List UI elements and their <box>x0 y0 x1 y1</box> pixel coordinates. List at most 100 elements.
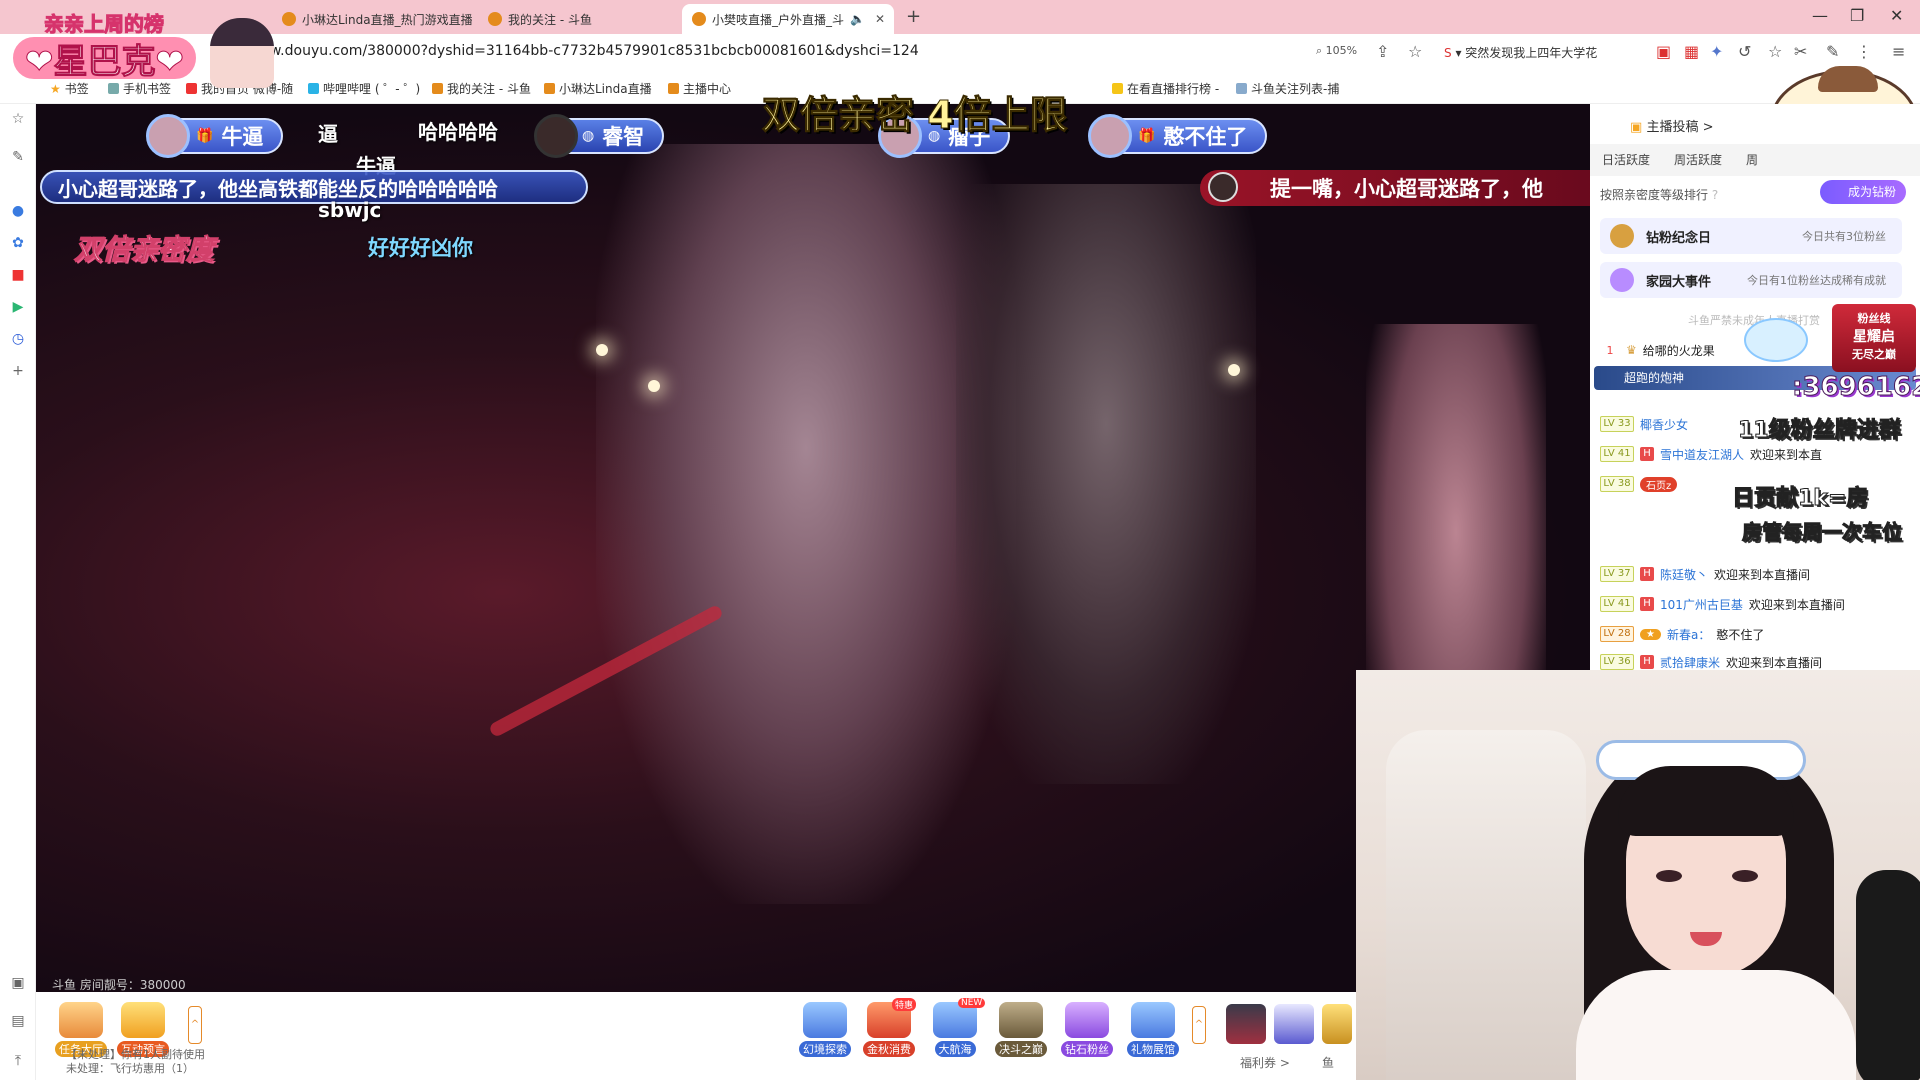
favorites-icon[interactable]: ☆ <box>1768 42 1782 61</box>
address-bar: w.douyu.com/380000?dyshid=31164bb-c7732b… <box>0 34 1920 72</box>
bookmark-item[interactable]: 斗鱼关注列表-捕 <box>1236 80 1339 97</box>
new-tab-button[interactable]: + <box>906 6 921 27</box>
clock-icon[interactable]: ◷ <box>9 330 27 348</box>
history-icon[interactable]: ↺ <box>1738 42 1751 61</box>
gift-item[interactable] <box>1226 1004 1266 1044</box>
duel-icon <box>999 1002 1043 1038</box>
fish-link[interactable]: 鱼 <box>1322 1054 1334 1071</box>
expand-toolbar-button[interactable]: ^ <box>188 1006 202 1044</box>
more-icon[interactable]: ⋮ <box>1856 42 1872 61</box>
menu-icon[interactable]: ≡ <box>1892 42 1905 61</box>
autumn-sale-button[interactable]: 特惠 金秋消费 <box>862 998 916 1057</box>
tab-linda[interactable]: 小琳达Linda直播_热门游戏直播_ <box>272 4 472 34</box>
gift-hall-button[interactable]: 礼物展馆 <box>1126 1002 1180 1057</box>
gift-item[interactable] <box>1274 1004 1314 1044</box>
window-icon[interactable]: ▤ <box>9 1012 27 1030</box>
explore-button[interactable]: 幻境探索 <box>798 1002 852 1057</box>
chat-user[interactable]: 贰拾肆康米 <box>1660 654 1720 671</box>
tab-daily[interactable]: 日活跃度 <box>1590 144 1662 176</box>
chat-user[interactable]: 超跑的炮神 <box>1624 371 1684 385</box>
browser-tab-bar: 小琳达Linda直播_热门游戏直播_ 我的关注 - 斗鱼 小樊吱直播_户外直播_… <box>0 0 1920 34</box>
light-glow <box>648 380 660 392</box>
card-title: 钻粉纪念日 <box>1646 230 1712 246</box>
extension-icon[interactable]: ▣ <box>1656 42 1671 61</box>
chat-user[interactable]: 雪中道友江湖人 <box>1660 446 1744 463</box>
tools-icon[interactable]: ✂ <box>1794 42 1807 61</box>
notice-line: 未处理：飞行坊惠用（1） <box>66 1062 194 1075</box>
tool-tag: 特惠 <box>892 998 916 1011</box>
become-fan-button[interactable]: 成为钻粉 <box>1820 180 1907 204</box>
app-icon[interactable]: ● <box>9 202 27 220</box>
pin-icon[interactable]: ⤒ <box>9 1052 27 1070</box>
gift-item[interactable] <box>1322 1004 1352 1044</box>
chat-user[interactable]: 陈廷敬丶 <box>1660 566 1708 583</box>
chat-user[interactable]: 新春a： <box>1667 626 1710 643</box>
star-icon[interactable]: ☆ <box>1408 42 1422 61</box>
close-tab-icon[interactable]: ✕ <box>875 12 885 26</box>
diamond-fan-button[interactable]: 钻石粉丝 <box>1060 1002 1114 1057</box>
duel-button[interactable]: 决斗之巅 <box>994 1002 1048 1057</box>
expand-toolbar-button[interactable]: ^ <box>1192 1006 1206 1044</box>
bookmark-item[interactable]: 主播中心 <box>668 80 731 97</box>
chat-user[interactable]: 101广州古巨基 <box>1660 596 1743 613</box>
url-field[interactable]: w.douyu.com/380000?dyshid=31164bb-c7732b… <box>270 43 919 59</box>
screen: 小琳达Linda直播_热门游戏直播_ 我的关注 - 斗鱼 小樊吱直播_户外直播_… <box>0 0 1920 1080</box>
add-icon[interactable]: + <box>9 362 27 380</box>
restore-icon[interactable]: ❐ <box>1850 6 1864 25</box>
app-icon[interactable]: ■ <box>9 266 27 284</box>
bookmark-item[interactable]: 哔哩哔哩 ( ゜- ゜) <box>308 80 420 97</box>
play-icon[interactable]: ▶ <box>9 298 27 316</box>
paw-icon[interactable]: ✿ <box>9 234 27 252</box>
trophy-icon <box>121 1002 165 1038</box>
notice-line: 【未处理】你有1人副待使用 <box>66 1048 205 1061</box>
tab-weekly[interactable]: 周活跃度 <box>1662 144 1734 176</box>
help-icon[interactable]: ? <box>1712 188 1718 202</box>
event-ad[interactable]: 粉丝线 星耀启 无尽之巅 <box>1832 304 1916 372</box>
douyu-icon <box>432 83 443 94</box>
danmu-highlight: 小心超哥迷路了，他坐高铁都能坐反的哈哈哈哈哈 <box>40 170 588 204</box>
tab-follow[interactable]: 我的关注 - 斗鱼 <box>478 4 678 34</box>
fan-badge: 石页z <box>1640 476 1678 492</box>
webcam-scene <box>1856 870 1920 1080</box>
close-window-icon[interactable]: ✕ <box>1890 6 1903 25</box>
star-icon[interactable]: ☆ <box>9 110 27 128</box>
account-icon[interactable]: ✎ <box>1826 42 1839 61</box>
chat-msg: 憨不住了 <box>1716 627 1765 642</box>
tab-more[interactable]: 周 <box>1734 144 1770 176</box>
bookmark-label: 哔哩哔哩 ( ゜- ゜) <box>323 82 421 96</box>
tab-label: 小琳达Linda直播_热门游戏直播_ <box>302 12 472 27</box>
uploads-link[interactable]: ▣ 主播投稿 > <box>1630 116 1713 135</box>
extension-icon[interactable]: ✦ <box>1710 42 1723 61</box>
ad-top: 粉丝线 <box>1857 312 1891 325</box>
level-badge: LV 28 <box>1600 626 1634 642</box>
chat-line: LV 41 H 101广州古巨基 欢迎来到本直播间 <box>1600 594 1845 614</box>
gift-pill: ◍ 睿智 <box>534 114 665 158</box>
coupon-link[interactable]: 福利券 > <box>1240 1054 1290 1071</box>
pen-icon[interactable]: ✎ <box>9 148 27 166</box>
gift-hall-icon <box>1131 1002 1175 1038</box>
tab-label: 小樊吱直播_户外直播_斗 <box>712 12 845 27</box>
search-box[interactable]: S ▾ 突然发现我上四年大学花 <box>1444 44 1597 61</box>
translate-icon[interactable]: ▦ <box>1684 42 1699 61</box>
tab-active-stream[interactable]: 小樊吱直播_户外直播_斗 🔈 ✕ <box>682 4 894 34</box>
streamer-webcam <box>1356 670 1920 1080</box>
gift-icon: 🎁 <box>196 128 214 144</box>
card-title: 家园大事件 <box>1646 274 1712 290</box>
chat-user[interactable]: 椰香少女 <box>1640 416 1688 433</box>
minimize-icon[interactable]: — <box>1812 6 1828 25</box>
tool-label: 金秋消费 <box>863 1041 915 1057</box>
home-events-card[interactable]: 家园大事件 今日有1位粉丝达成稀有成就 <box>1600 262 1902 298</box>
avatar <box>1208 172 1238 202</box>
bookmark-label: 小琳达Linda直播 <box>559 82 652 96</box>
bookmark-item[interactable]: 我的关注 - 斗鱼 <box>432 80 531 97</box>
share-icon[interactable]: ⇪ <box>1376 42 1389 61</box>
danmu-text: 逼 <box>318 122 338 146</box>
bookmark-item[interactable]: 小琳达Linda直播 <box>544 80 652 97</box>
logo-title: ❤星巴克❤ <box>10 34 199 82</box>
zoom-level[interactable]: ⌕ 105% <box>1316 44 1357 58</box>
video-icon[interactable]: ▣ <box>9 974 27 992</box>
bookmark-item[interactable]: 在看直播排行榜 - <box>1112 80 1219 97</box>
voyage-button[interactable]: NEW 大航海 <box>928 998 986 1057</box>
mute-icon[interactable]: 🔈 <box>850 12 865 26</box>
fan-anniversary-card[interactable]: 钻粉纪念日 今日共有3位粉丝 <box>1600 218 1902 254</box>
